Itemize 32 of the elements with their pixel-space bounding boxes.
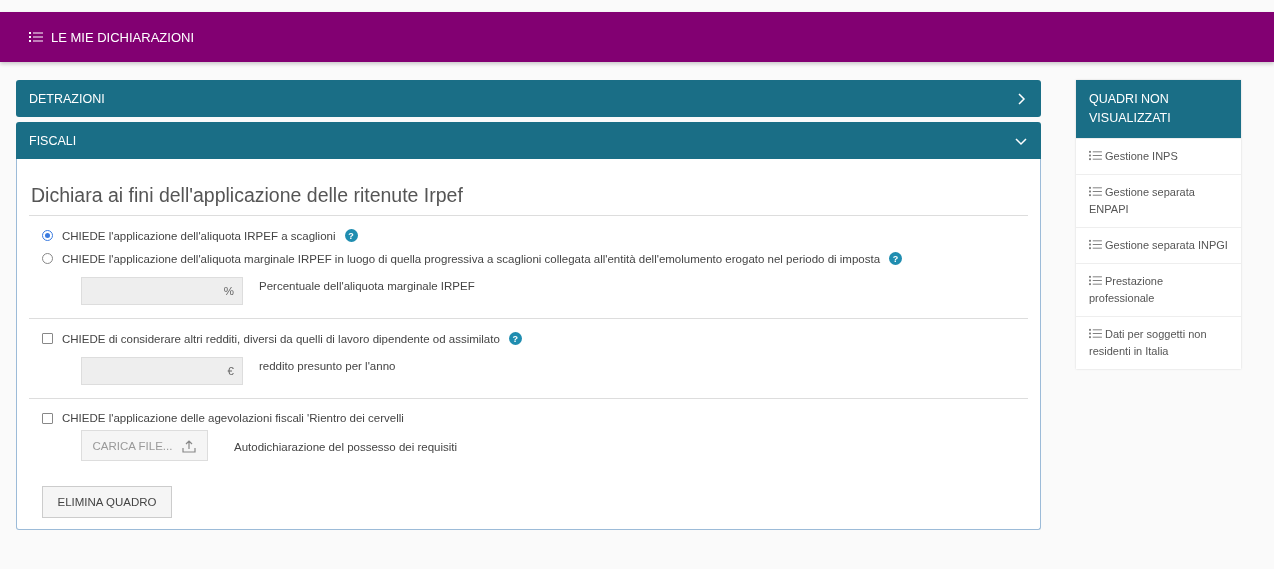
field-label: Autodichiarazione del possesso dei requisiti (234, 440, 458, 453)
list-icon (1089, 275, 1102, 286)
sidebar-title: QUADRI NON VISUALIZZATI (1076, 80, 1241, 138)
option-label: CHIEDE l'applicazione dell'aliquota marginale IRPEF in luogo di quella progressiva a scaglioni collegata all'entità dell'emolumento erogato nel periodo di imposta (62, 252, 881, 265)
accordion-header[interactable]: DETRAZIONI (16, 80, 1041, 117)
help-icon[interactable]: ? (508, 332, 522, 345)
list-icon (1089, 150, 1102, 161)
input-field[interactable]: % (81, 277, 243, 305)
list-icon (29, 31, 43, 43)
help-icon[interactable]: ? (889, 252, 903, 265)
list-icon (1089, 239, 1102, 250)
option-label: CHIEDE di considerare altri redditi, diversi da quelli di lavoro dipendente od assimilato (62, 332, 500, 345)
accordion-header[interactable]: FISCALI (16, 122, 1041, 159)
page-title: LE MIE DICHIARAZIONI (51, 29, 195, 45)
sidebar-item[interactable]: Gestione INPS (1076, 138, 1241, 174)
delete-button[interactable]: ELIMINA QUADRO (42, 486, 172, 518)
checkbox[interactable] (42, 412, 53, 424)
sidebar-item[interactable]: Prestazione professionale (1076, 263, 1241, 316)
help-icon[interactable]: ? (344, 229, 358, 242)
field-label: reddito presunto per l'anno (259, 359, 396, 372)
input-field[interactable]: € (81, 357, 243, 385)
sidebar-item[interactable]: Gestione separata ENPAPI (1076, 174, 1241, 227)
sidebar-item[interactable]: Gestione separata INPGI (1076, 227, 1241, 263)
option-label: CHIEDE l'applicazione delle agevolazioni fiscali 'Rientro dei cervelli (62, 412, 404, 424)
sidebar-item[interactable]: Dati per soggetti non residenti in Italia (1076, 316, 1241, 369)
list-icon (1089, 328, 1102, 339)
checkbox[interactable] (42, 333, 53, 344)
list-icon (1089, 186, 1102, 197)
field-label: Percentuale dell'aliquota marginale IRPEF (259, 279, 475, 292)
upload-icon (182, 438, 197, 453)
section-heading: Dichiara ai fini dell'applicazione delle ritenute Irpef (29, 184, 1028, 216)
option-label: CHIEDE l'applicazione dell'aliquota IRPEF a scaglioni (62, 229, 336, 242)
